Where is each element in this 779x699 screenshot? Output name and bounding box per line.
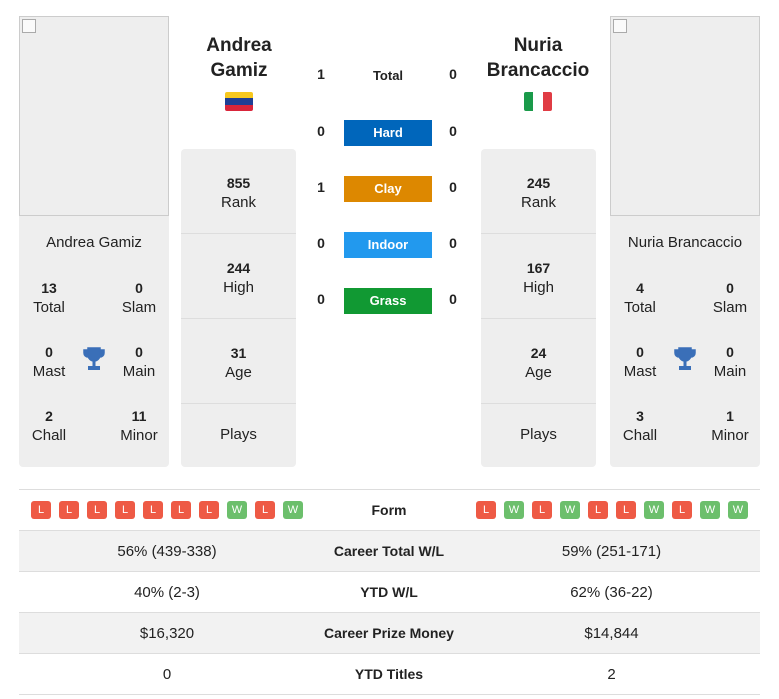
trophy-icon <box>674 347 696 370</box>
form-badge-p2: L <box>532 501 552 519</box>
stat-p1-value: 56% (439-338) <box>117 543 217 560</box>
form-badge-p1: L <box>31 501 51 519</box>
broken-image-icon <box>613 19 627 33</box>
stat-p2-value: 59% (251-171) <box>561 543 662 560</box>
player1-total: 13 Total <box>33 280 65 316</box>
h2h-p2-total: 0 <box>449 66 457 82</box>
player1-mast: 0 Mast <box>32 344 66 380</box>
h2h-p2-grass: 0 <box>449 291 457 307</box>
h2h-label-total: Total <box>372 68 404 83</box>
player1-plays: Plays <box>220 426 257 443</box>
player1-card-name[interactable]: Andrea Gamiz <box>19 234 169 251</box>
player2-stats-card: Nuria Brancaccio 4 Total 0 Slam 0 Mast 0 Mai… <box>610 216 760 467</box>
broken-image-icon <box>22 19 36 33</box>
player2-total: 4 Total <box>624 280 656 316</box>
h2h-p2-hard: 0 <box>449 123 457 139</box>
form-label: Form <box>371 502 407 518</box>
form-badge-p2: W <box>728 501 748 519</box>
h2h-p2-indoor: 0 <box>449 235 457 251</box>
stat-label: Career Prize Money <box>324 625 454 641</box>
stat-row: 56% (439-338) Career Total W/L 59% (251-… <box>19 531 760 572</box>
h2h-p1-indoor: 0 <box>317 235 325 251</box>
stat-row: 40% (2-3) YTD W/L 62% (36-22) <box>19 572 760 613</box>
player1-main: 0 Main <box>122 344 156 380</box>
form-badge-p2: W <box>700 501 720 519</box>
player1-rank: 855 Rank <box>181 149 296 234</box>
form-badge-p2: L <box>476 501 496 519</box>
player2-chall: 3 Chall <box>622 408 658 444</box>
surface-indoor-badge[interactable]: Indoor <box>344 232 432 258</box>
stat-row: 0 YTD Titles 2 <box>19 654 760 695</box>
player2-slam: 0 Slam <box>712 280 748 316</box>
form-badge-p1: L <box>115 501 135 519</box>
player2-name[interactable]: Nuria Brancaccio <box>473 33 603 83</box>
stat-row: $16,320 Career Prize Money $14,844 <box>19 613 760 654</box>
stat-p2-value: $14,844 <box>584 625 639 642</box>
player1-slam: 0 Slam <box>121 280 157 316</box>
comparison-table: Form LLLLLLLWLWLWLWLLWLWW 56% (439-338) … <box>19 489 760 695</box>
h2h-p2-clay: 0 <box>449 179 457 195</box>
player2-photo <box>610 16 760 216</box>
form-badge-p2: L <box>588 501 608 519</box>
trophy-icon <box>83 347 105 370</box>
form-badge-p1: L <box>255 501 275 519</box>
player2-age: 24 Age <box>481 319 596 404</box>
player2-card-name[interactable]: Nuria Brancaccio <box>610 234 760 251</box>
form-badge-p1: L <box>59 501 79 519</box>
form-badge-p1: L <box>171 501 191 519</box>
player1-rank-card: 855 Rank 244 High 31 Age Plays <box>181 149 296 467</box>
stat-p1-value: $16,320 <box>139 625 195 642</box>
form-badge-p1: L <box>143 501 163 519</box>
form-badge-p1: W <box>227 501 247 519</box>
player2-minor: 1 Minor <box>711 408 749 444</box>
form-badge-p2: W <box>560 501 580 519</box>
player2-rank-card: 245 Rank 167 High 24 Age Plays <box>481 149 596 467</box>
form-badge-p2: W <box>644 501 664 519</box>
form-badge-p1: L <box>199 501 219 519</box>
form-row: Form LLLLLLLWLWLWLWLLWLWW <box>19 490 760 531</box>
stat-p2-value: 62% (36-22) <box>570 584 653 601</box>
player1-minor: 11 Minor <box>120 408 158 444</box>
player2-high: 167 High <box>481 234 596 319</box>
stat-label: Career Total W/L <box>333 543 445 559</box>
h2h-p1-grass: 0 <box>317 291 325 307</box>
player2-mast: 0 Mast <box>623 344 657 380</box>
surface-hard-badge[interactable]: Hard <box>344 120 432 146</box>
player1-age: 31 Age <box>181 319 296 404</box>
player1-chall: 2 Chall <box>31 408 67 444</box>
h2h-p1-clay: 1 <box>317 179 325 195</box>
form-badge-p2: L <box>672 501 692 519</box>
italy-flag-icon <box>524 92 552 111</box>
form-badge-p2: W <box>504 501 524 519</box>
player1-photo <box>19 16 169 216</box>
venezuela-flag-icon <box>225 92 253 111</box>
surface-clay-badge[interactable]: Clay <box>344 176 432 202</box>
stat-p2-value: 2 <box>607 666 616 683</box>
form-badge-p2: L <box>616 501 636 519</box>
player2-plays: Plays <box>520 426 557 443</box>
stat-label: YTD Titles <box>354 666 424 682</box>
form-badge-p1: W <box>283 501 303 519</box>
player2-main: 0 Main <box>713 344 747 380</box>
player1-name[interactable]: Andrea Gamiz <box>174 33 304 83</box>
form-badge-p1: L <box>87 501 107 519</box>
player2-rank: 245 Rank <box>481 149 596 234</box>
h2h-p1-hard: 0 <box>317 123 325 139</box>
player1-stats-card: Andrea Gamiz 13 Total 0 Slam 0 Mast 0 Main 2… <box>19 216 169 467</box>
stat-label: YTD W/L <box>360 584 418 600</box>
h2h-p1-total: 1 <box>317 66 325 82</box>
player1-high: 244 High <box>181 234 296 319</box>
stat-p1-value: 0 <box>162 666 172 683</box>
surface-grass-badge[interactable]: Grass <box>344 288 432 314</box>
stat-p1-value: 40% (2-3) <box>134 584 200 601</box>
